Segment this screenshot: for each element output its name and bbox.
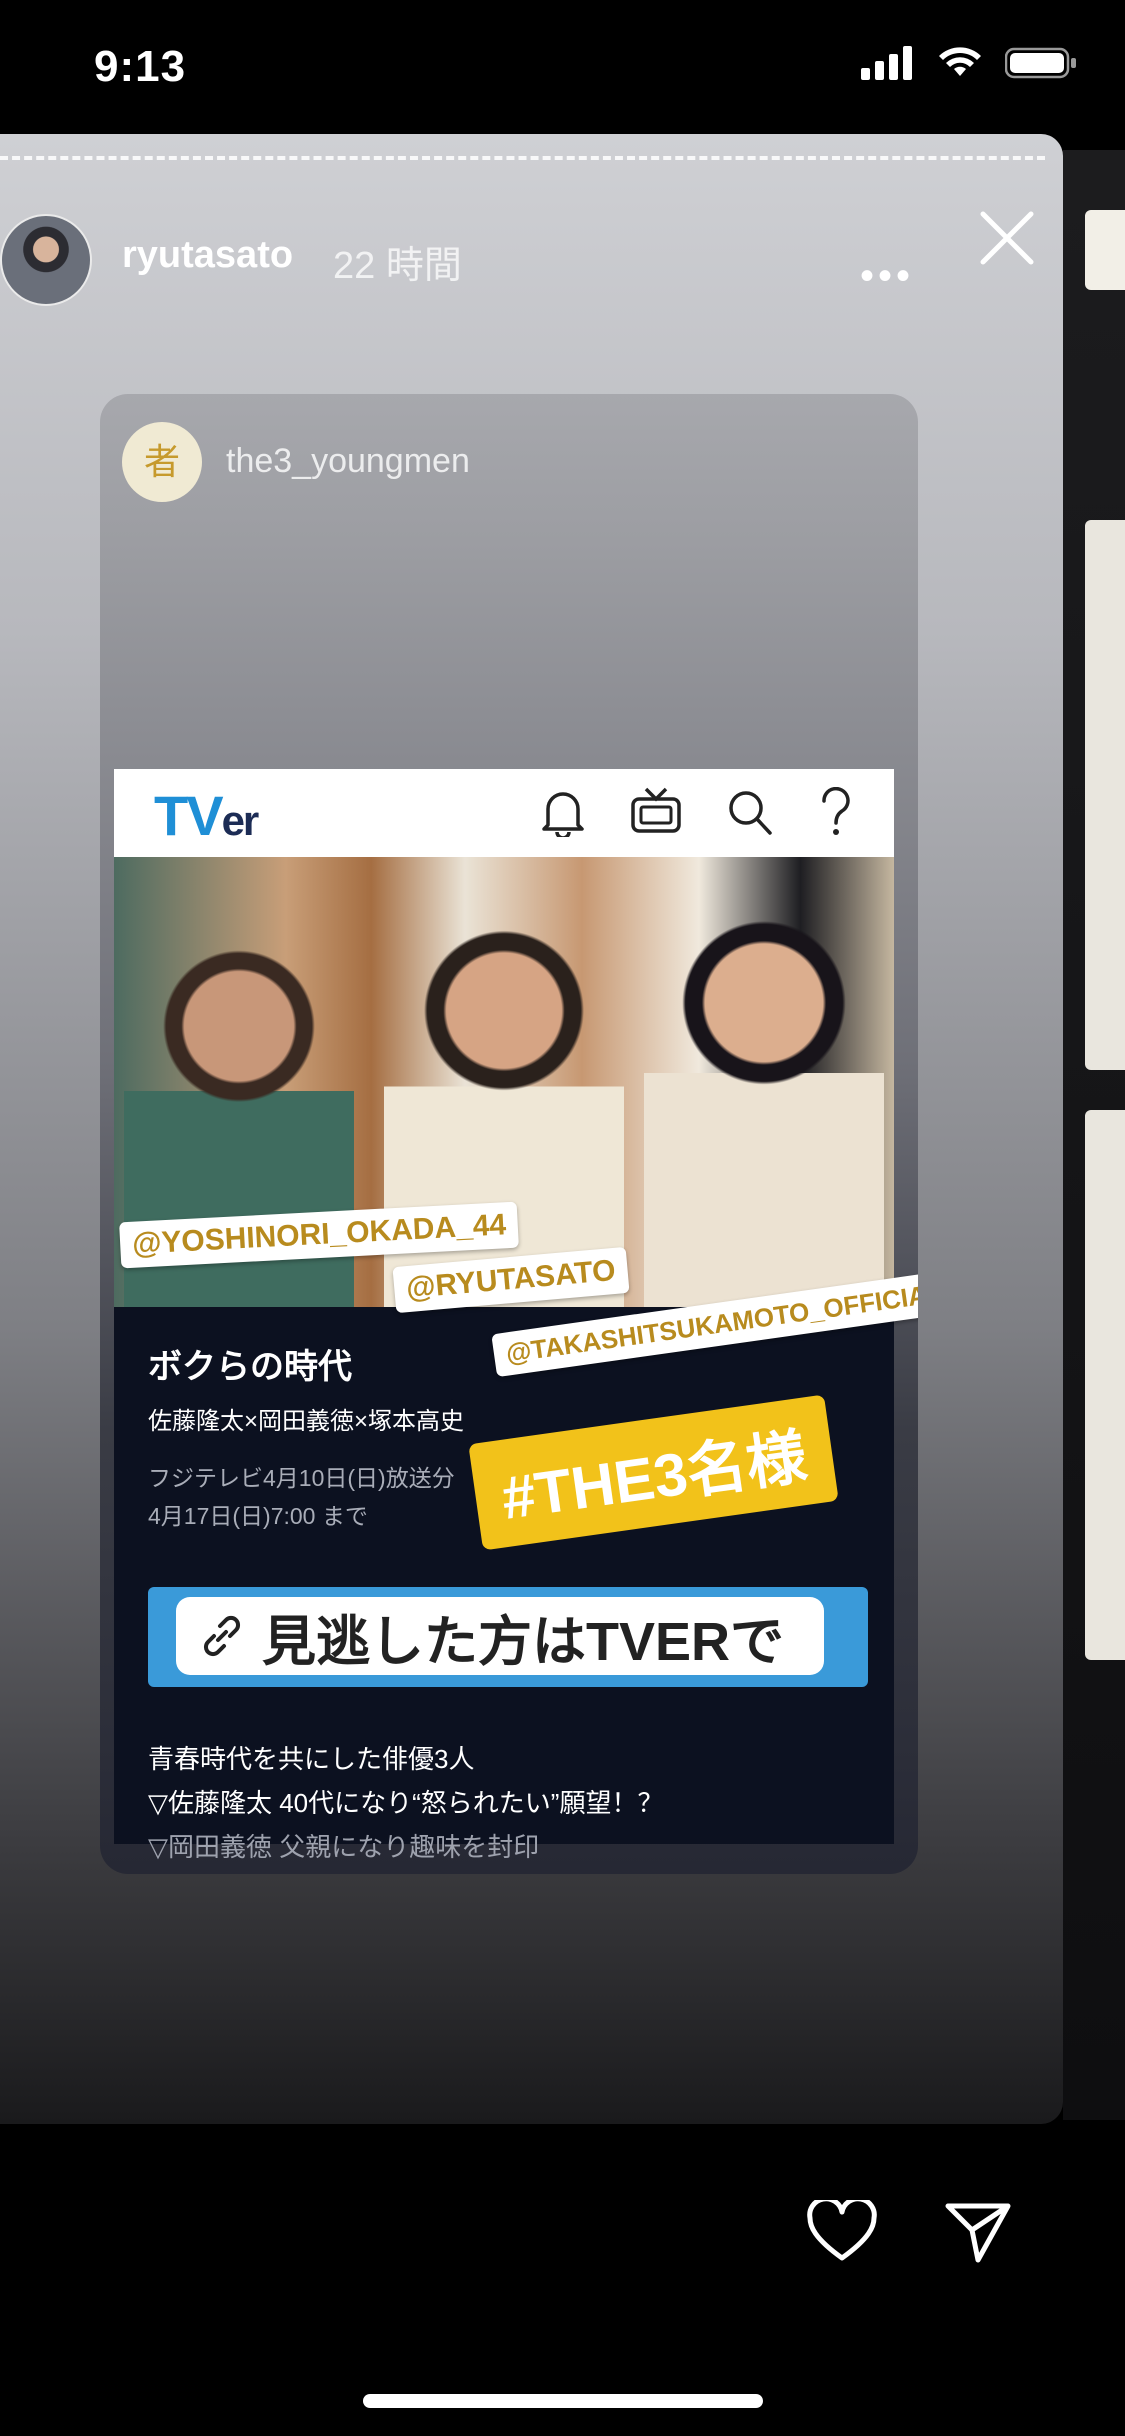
story-elapsed-time: 22 時間 [333, 245, 462, 287]
available-until: 4月17日(日)7:00 まで [148, 1503, 368, 1529]
next-story-preview [1085, 210, 1125, 290]
tver-toolbar [540, 787, 854, 837]
bell-icon [542, 792, 584, 837]
avatar[interactable] [0, 214, 92, 306]
show-thumbnail: @YOSHINORI_OKADA_44 @RYUTASATO @TAKASHIT… [114, 857, 918, 1378]
link-sticker-inner[interactable]: 見逃した方はTVERで [176, 1597, 824, 1675]
link-icon [203, 1615, 241, 1657]
next-story-preview [1085, 520, 1125, 1070]
description-line: 青春時代を共にした俳優3人 [148, 1744, 475, 1774]
status-icons [861, 46, 1077, 80]
send-icon[interactable] [944, 2200, 1012, 2264]
description-line: ▽岡田義徳 父親になり趣味を封印 [148, 1832, 540, 1862]
tver-app-bar: TVer [114, 769, 894, 857]
shared-post-avatar[interactable]: 者 [122, 422, 202, 502]
link-sticker[interactable]: 見逃した方はTVERで [148, 1587, 868, 1687]
battery-icon [1005, 47, 1076, 79]
wifi-icon [939, 47, 981, 76]
more-options-button[interactable]: ••• [860, 254, 914, 299]
help-icon [822, 787, 850, 835]
broadcast-date: フジテレビ4月10日(日)放送分 [148, 1465, 455, 1491]
cellular-signal-icon [861, 46, 912, 80]
hashtag-sticker[interactable]: #THE3名様 [468, 1394, 839, 1551]
search-icon [729, 791, 772, 835]
status-time: 9:13 [94, 42, 187, 91]
status-bar: 9:13 [0, 0, 1125, 140]
person-right [644, 917, 884, 1307]
shared-post-username[interactable]: the3_youngmen [226, 442, 470, 481]
show-cast: 佐藤隆太×岡田義徳×塚本高史 [148, 1408, 465, 1435]
story-username[interactable]: ryutasato [122, 234, 293, 277]
tver-logo: TVer [154, 784, 259, 847]
description-line: ▽佐藤隆太 40代になり“怒られたい”願望！？ [148, 1788, 664, 1818]
tver-screenshot: TVer @YOSHINORI_OKADA_44 @RYUTASATO @TAK… [114, 769, 918, 1862]
story-progress-bar [0, 156, 1045, 160]
show-description: 青春時代を共にした俳優3人 ▽佐藤隆太 40代になり“怒られたい”願望！？ ▽岡… [148, 1737, 663, 1869]
home-indicator[interactable] [363, 2394, 763, 2408]
broadcast-info: フジテレビ4月10日(日)放送分 4月17日(日)7:00 まで [148, 1459, 455, 1535]
close-icon[interactable] [975, 206, 1039, 270]
show-title: ボクらの時代 [148, 1348, 352, 1386]
heart-icon[interactable] [806, 2200, 878, 2264]
next-story-edge[interactable] [1063, 150, 1125, 2120]
shared-post[interactable]: 者 the3_youngmen TVer @YOSHINORI_OKADA_44… [100, 394, 918, 1874]
story-card[interactable]: ryutasato 22 時間 ••• 者 the3_youngmen TVer [0, 134, 1063, 2124]
next-story-preview [1085, 1110, 1125, 1660]
link-sticker-label: 見逃した方はTVERで [262, 1611, 785, 1672]
tv-icon [631, 787, 681, 833]
